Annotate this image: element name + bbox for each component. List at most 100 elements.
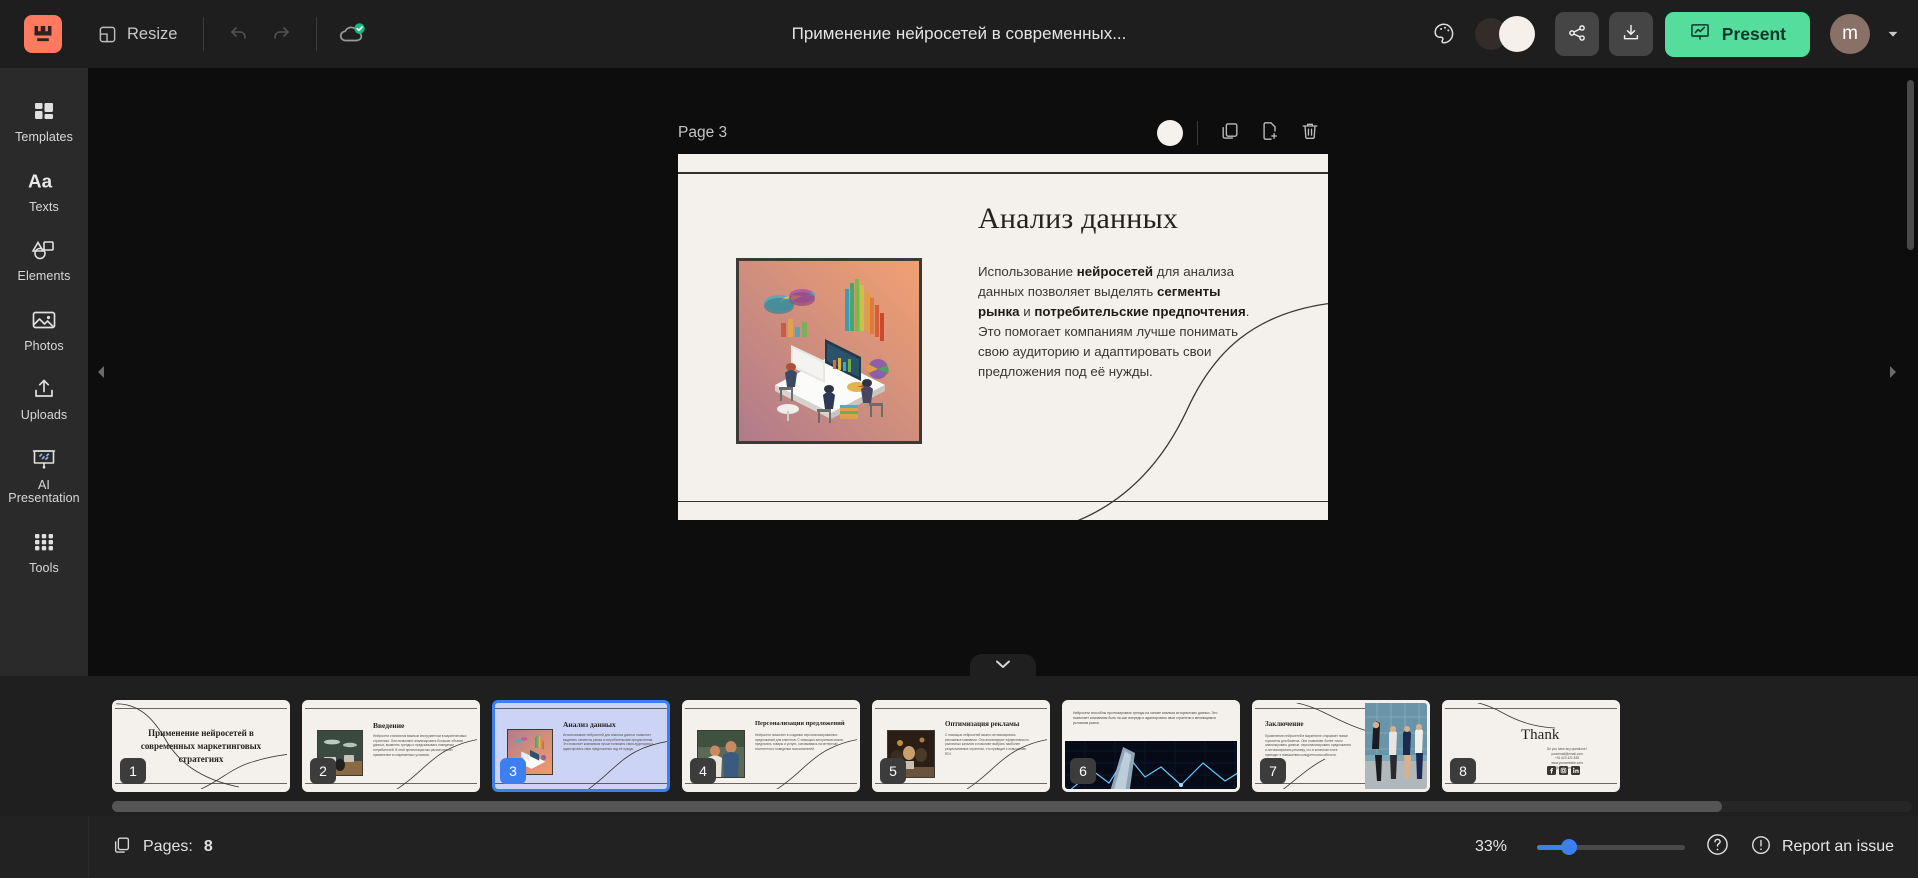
canvas-scroll-left-arrow[interactable] — [90, 352, 112, 392]
thumb-top-rule — [495, 708, 667, 709]
thumbnail-page-3[interactable]: Анализ данных Использование нейросетей д… — [492, 700, 670, 792]
sidebar-item-elements[interactable]: Elements — [0, 225, 88, 293]
app-logo[interactable] — [24, 15, 62, 53]
thumb-number: 1 — [120, 758, 146, 784]
delete-page-button[interactable] — [1292, 115, 1328, 151]
thumb-social-icons — [1547, 762, 1580, 780]
sidebar-item-photos[interactable]: Photos — [0, 295, 88, 363]
thumb-title: Персонализация предложений — [755, 720, 845, 727]
slide-header: Page 3 — [678, 112, 1328, 154]
redo-button[interactable] — [260, 13, 302, 55]
cloud-saved-icon — [338, 21, 366, 47]
redo-arrow-icon — [269, 21, 293, 48]
status-left-divider — [88, 816, 89, 878]
isometric-data-analysis-illustration — [739, 261, 919, 441]
top-toolbar: Resize Применение нейросетей в современн… — [0, 0, 1918, 68]
filmstrip-scrollbar-thumb[interactable] — [112, 801, 1722, 812]
wepik-editor-app: Resize Применение нейросетей в современн… — [0, 0, 1918, 878]
thumbnail-page-2[interactable]: Введение Нейросети становятся важным инс… — [302, 700, 480, 792]
thumb-text: Нейросети помогают в создании персонализ… — [755, 733, 844, 751]
theme-toggle[interactable] — [1474, 16, 1537, 52]
sidebar-item-label: Photos — [24, 338, 64, 353]
thumbnail-page-1[interactable]: Применение нейросетей в современных марк… — [112, 700, 290, 792]
facebook-icon — [1547, 762, 1556, 780]
celebrating-people-photo — [1365, 703, 1427, 789]
thumbnail-page-6[interactable]: Нейросети способны прогнозировать тренды… — [1062, 700, 1240, 792]
present-button[interactable]: Present — [1664, 11, 1810, 57]
canvas-vertical-scrollbar[interactable] — [1906, 74, 1915, 670]
undo-button[interactable] — [218, 13, 260, 55]
present-label: Present — [1721, 23, 1786, 44]
slide-editor-canvas[interactable]: Анализ данных Использование нейросетей д… — [678, 154, 1328, 520]
add-page-button[interactable] — [1252, 115, 1288, 151]
chevron-down-icon[interactable] — [1886, 27, 1900, 41]
thumbnail-page-5[interactable]: Оптимизация рекламы С помощью нейросетей… — [872, 700, 1050, 792]
sidebar-item-label: Uploads — [20, 408, 68, 422]
pages-count-info[interactable]: Pages: 8 — [112, 835, 213, 860]
sidebar-item-label: Texts — [29, 199, 59, 214]
document-title[interactable]: Применение нейросетей в современных... — [792, 24, 1127, 44]
thumb-text: Нейросети становятся важным инструментом… — [373, 734, 467, 757]
background-color-icon[interactable] — [1157, 120, 1183, 146]
sidebar-item-ai-presentation[interactable]: AI Presentation — [0, 434, 88, 515]
canvas-scroll-right-arrow[interactable] — [1882, 352, 1904, 392]
thumb-title: Thank — [1521, 727, 1560, 743]
left-sidebar: Templates Aa Texts Elements Photos Uploa… — [0, 68, 88, 676]
thumb-title: Оптимизация рекламы — [945, 720, 1020, 728]
slide-bottom-rule — [678, 500, 1328, 502]
filmstrip-scrollbar[interactable] — [112, 801, 1912, 812]
slide-toolbar — [1157, 115, 1328, 151]
thumb-top-rule — [305, 708, 477, 709]
download-icon — [1620, 22, 1642, 47]
slide-title[interactable]: Анализ данных — [978, 202, 1178, 236]
zoom-slider[interactable] — [1536, 839, 1685, 855]
cloud-save-status-button[interactable] — [331, 13, 373, 55]
palette-button[interactable] — [1423, 13, 1465, 55]
sidebar-item-texts[interactable]: Aa Texts — [0, 156, 88, 224]
present-screen-icon — [1689, 21, 1711, 48]
instagram-icon — [1559, 762, 1568, 780]
share-icon — [1566, 22, 1588, 47]
theme-light-circle — [1498, 16, 1535, 52]
thumb-text: Использование нейросетей для анализа дан… — [563, 733, 654, 751]
pages-label: Pages: — [143, 838, 193, 855]
pages-filmstrip[interactable]: Применение нейросетей в современных марк… — [0, 676, 1918, 816]
slide-body-text[interactable]: Использование нейросетей для анализа дан… — [978, 262, 1250, 382]
resize-button[interactable]: Resize — [84, 14, 189, 54]
photo-icon — [31, 306, 57, 334]
duplicate-page-button[interactable] — [1212, 115, 1248, 151]
avatar[interactable]: m — [1830, 14, 1870, 54]
sidebar-item-label: Tools — [29, 560, 59, 575]
sidebar-item-templates[interactable]: Templates — [0, 86, 88, 154]
thumb-text: Нейросети способны прогнозировать тренды… — [1073, 711, 1218, 725]
top-actions: Present m — [1423, 11, 1900, 57]
slide-image[interactable] — [736, 258, 922, 444]
canvas-scrollbar-thumb[interactable] — [1907, 80, 1914, 250]
sidebar-item-label: AI Presentation — [8, 477, 80, 505]
text-aa-icon: Aa — [28, 167, 60, 195]
zoom-slider-knob[interactable] — [1560, 839, 1577, 855]
download-button[interactable] — [1608, 12, 1653, 56]
sidebar-item-tools[interactable]: Tools — [0, 517, 88, 585]
sidebar-item-uploads[interactable]: Uploads — [0, 364, 88, 432]
help-button[interactable] — [1705, 832, 1730, 862]
thumb-image — [1365, 703, 1427, 789]
thumb-top-rule — [115, 708, 287, 709]
thumbnail-page-7[interactable]: Заключение Применение нейросетей в марке… — [1252, 700, 1430, 792]
share-button[interactable] — [1554, 12, 1599, 56]
thumb-text: Применение нейросетей в маркетинге откры… — [1265, 734, 1351, 757]
thumbnail-page-4[interactable]: Персонализация предложений Нейросети пом… — [682, 700, 860, 792]
thumb-number: 5 — [880, 758, 906, 784]
thumbnail-page-8[interactable]: Thank Do you have any questions? yourema… — [1442, 700, 1620, 792]
wepik-logo-icon — [34, 26, 52, 42]
page-label: Page 3 — [678, 124, 728, 141]
sidebar-item-label: Elements — [17, 269, 71, 283]
collapse-filmstrip-button[interactable] — [970, 654, 1036, 676]
report-issue-button[interactable]: Report an issue — [1750, 834, 1894, 861]
slide-tool-divider — [1197, 121, 1198, 145]
shapes-icon — [31, 236, 57, 264]
thumb-number: 8 — [1450, 758, 1476, 784]
slide-wrapper: Page 3 Анализ данных Использование нейро… — [678, 112, 1328, 520]
thumb-number: 2 — [310, 758, 336, 784]
thumb-text: С помощью нейросетей можно оптимизироват… — [945, 733, 1029, 756]
